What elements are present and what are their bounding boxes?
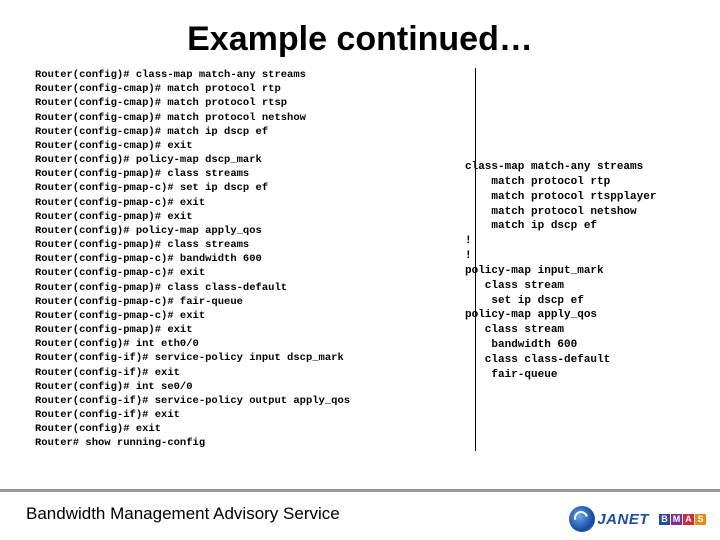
bmas-tile-a: A bbox=[683, 514, 694, 525]
bmas-tile-b: B bbox=[659, 514, 670, 525]
bmas-tile-m: M bbox=[671, 514, 682, 525]
janet-logo-text: JANET bbox=[597, 511, 649, 528]
footer-divider bbox=[0, 489, 720, 492]
running-config-summary: class-map match-any streams match protoc… bbox=[465, 160, 690, 383]
bmas-logo: B M A S bbox=[659, 514, 706, 525]
bmas-tile-s: S bbox=[695, 514, 706, 525]
logo-group: JANET B M A S bbox=[569, 506, 706, 532]
footer-service-name: Bandwidth Management Advisory Service bbox=[26, 504, 340, 524]
bmas-tiles: B M A S bbox=[659, 514, 706, 525]
slide: Example continued… Router(config)# class… bbox=[0, 0, 720, 540]
janet-swirl-icon bbox=[569, 506, 595, 532]
slide-title: Example continued… bbox=[0, 20, 720, 59]
janet-logo: JANET bbox=[569, 506, 649, 532]
cli-session-block: Router(config)# class-map match-any stre… bbox=[35, 68, 476, 451]
